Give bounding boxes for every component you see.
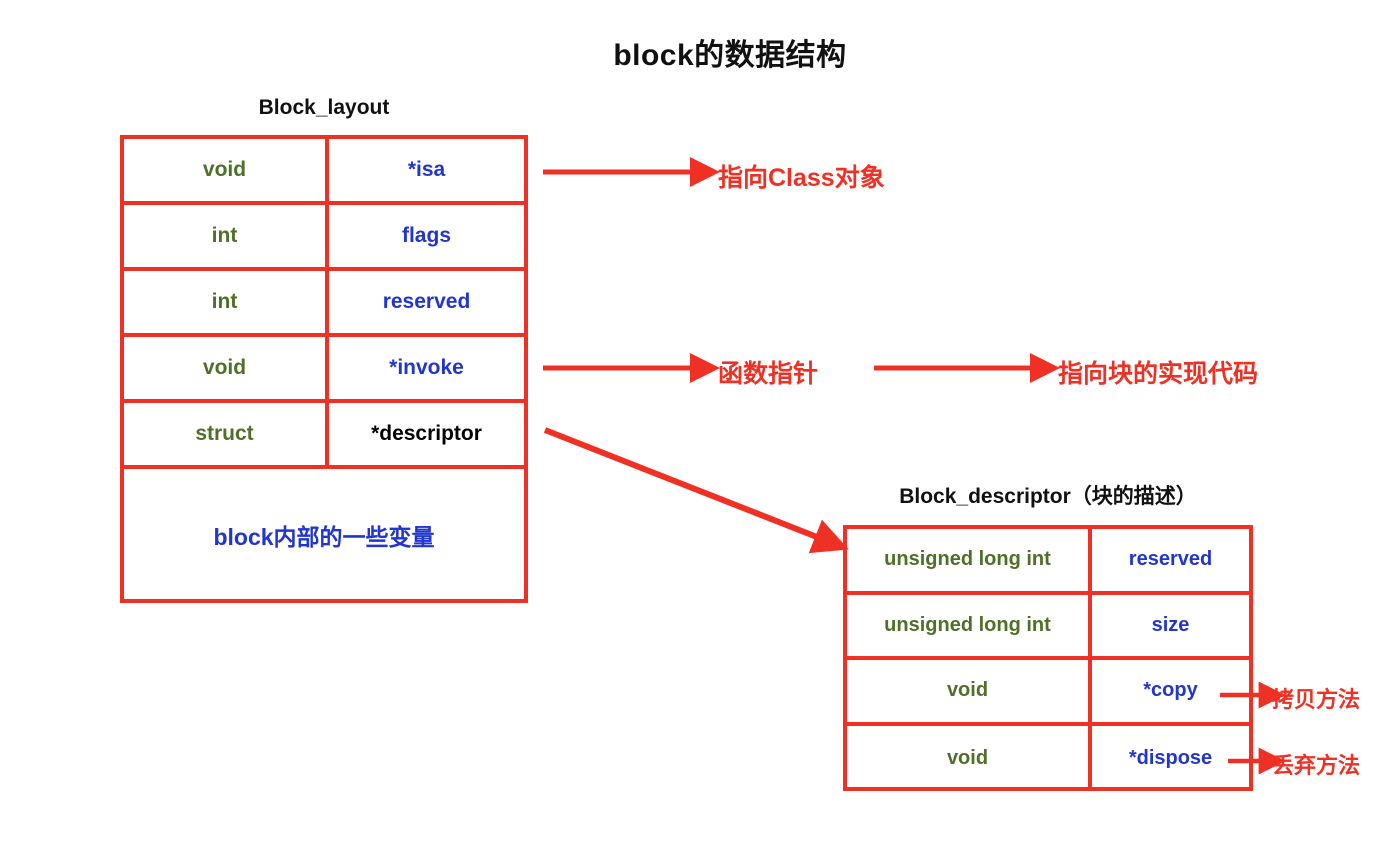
field-type: void xyxy=(202,158,247,181)
table-row: void *isa xyxy=(124,139,524,205)
field-name: *invoke xyxy=(325,337,524,399)
table-row: struct *descriptor xyxy=(124,403,524,469)
block-layout-caption: Block_layout xyxy=(258,96,390,119)
field-name: *descriptor xyxy=(325,403,524,465)
annotation-invoke-target: 函数指针 xyxy=(718,360,819,388)
table-row: unsigned long int size xyxy=(847,594,1249,660)
annotation-dispose-target: 丢弃方法 xyxy=(1272,753,1361,778)
table-row: void *copy xyxy=(847,660,1249,726)
table-row: int reserved xyxy=(124,271,524,337)
block-internal-variables-label: block内部的一些变量 xyxy=(213,524,435,550)
table-row: unsigned long int reserved xyxy=(847,529,1249,595)
page-title: block的数据结构 xyxy=(0,30,1400,74)
arrow-descriptor-to-table xyxy=(543,427,849,554)
table-row: void *dispose xyxy=(847,725,1249,791)
block-descriptor-table: unsigned long int reserved unsigned long… xyxy=(843,525,1253,791)
field-type: void xyxy=(946,679,989,702)
table-row-footer: block内部的一些变量 xyxy=(124,469,524,601)
annotation-copy-target: 拷贝方法 xyxy=(1272,687,1361,712)
table-row: void *invoke xyxy=(124,337,524,403)
field-name: size xyxy=(1088,594,1249,656)
field-type: void xyxy=(202,356,247,379)
annotation-invoke-target-2: 指向块的实现代码 xyxy=(1058,360,1259,388)
field-type: int xyxy=(211,290,238,313)
field-type: unsigned long int xyxy=(884,613,1051,636)
field-name: reserved xyxy=(325,271,524,333)
block-layout-table: void *isa int flags int reserved void *i… xyxy=(120,135,528,603)
table-row: int flags xyxy=(124,205,524,271)
field-type: void xyxy=(946,746,989,769)
field-name: flags xyxy=(325,205,524,267)
field-name: *isa xyxy=(325,139,524,201)
field-name: *dispose xyxy=(1088,725,1249,791)
field-name: reserved xyxy=(1088,529,1249,591)
field-type: unsigned long int xyxy=(884,548,1051,571)
page-title-text: block的数据结构 xyxy=(613,39,847,72)
field-name: *copy xyxy=(1088,660,1249,722)
field-type: struct xyxy=(195,422,254,445)
field-type: int xyxy=(211,224,238,247)
annotation-isa-target: 指向Class对象 xyxy=(718,164,885,192)
block-descriptor-caption: Block_descriptor（块的描述） xyxy=(899,485,1197,508)
